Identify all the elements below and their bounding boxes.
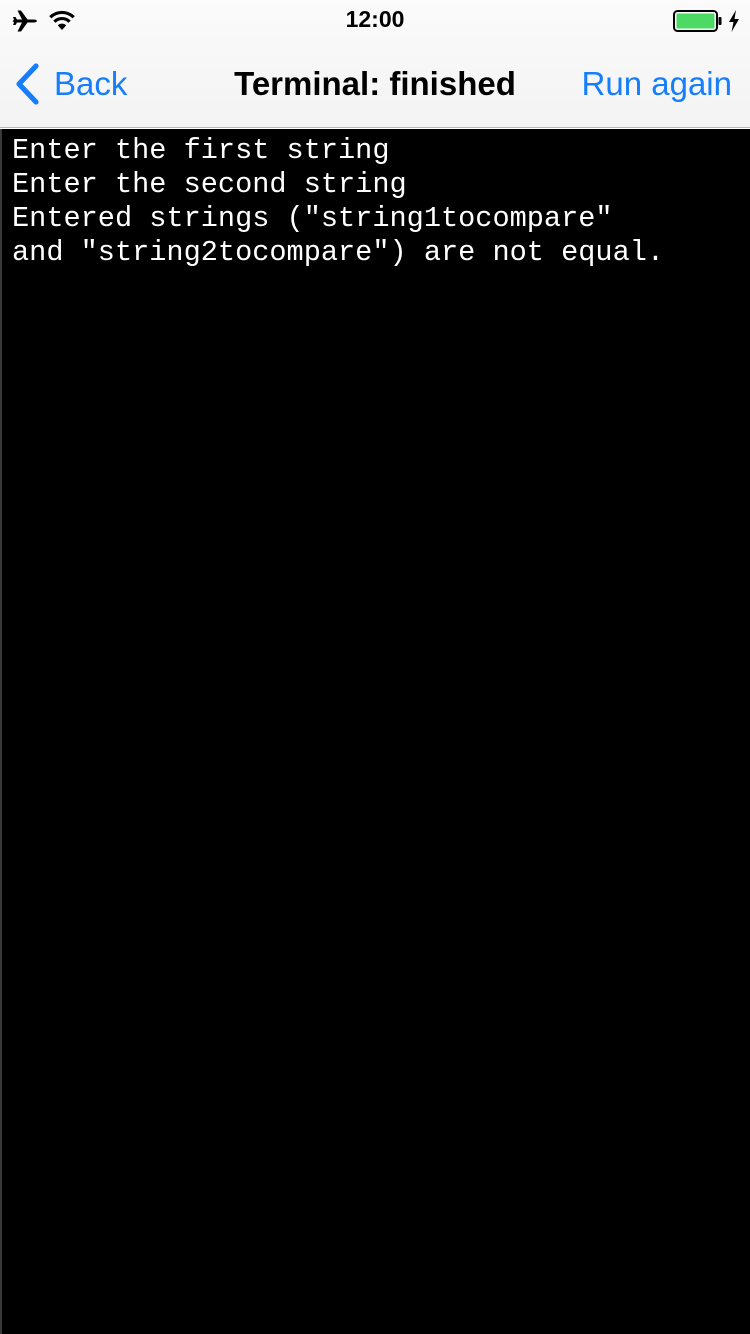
- back-label: Back: [54, 65, 128, 102]
- battery-icon: [673, 10, 722, 32]
- status-bar: 12:00: [0, 0, 750, 40]
- terminal-screen: 12:00 Back Terminal: finished Run again …: [0, 0, 750, 1334]
- status-time: 12:00: [345, 6, 405, 32]
- terminal-output[interactable]: Enter the first string Enter the second …: [0, 129, 750, 1334]
- airplane-icon: [12, 10, 37, 32]
- charging-icon: [729, 10, 739, 32]
- run-again-button[interactable]: Run again: [582, 64, 732, 104]
- wifi-icon: [49, 10, 75, 30]
- top-bars: 12:00 Back Terminal: finished Run again: [0, 0, 750, 128]
- navigation-bar: Back Terminal: finished Run again: [0, 40, 750, 128]
- terminal-line: Enter the first string: [12, 134, 390, 167]
- chevron-left-icon: [16, 63, 39, 105]
- back-button[interactable]: Back: [14, 60, 127, 108]
- terminal-line: Enter the second string: [12, 168, 407, 201]
- terminal-line: and "string2tocompare") are not equal.: [12, 236, 665, 269]
- terminal-line: Entered strings ("string1tocompare": [12, 202, 613, 235]
